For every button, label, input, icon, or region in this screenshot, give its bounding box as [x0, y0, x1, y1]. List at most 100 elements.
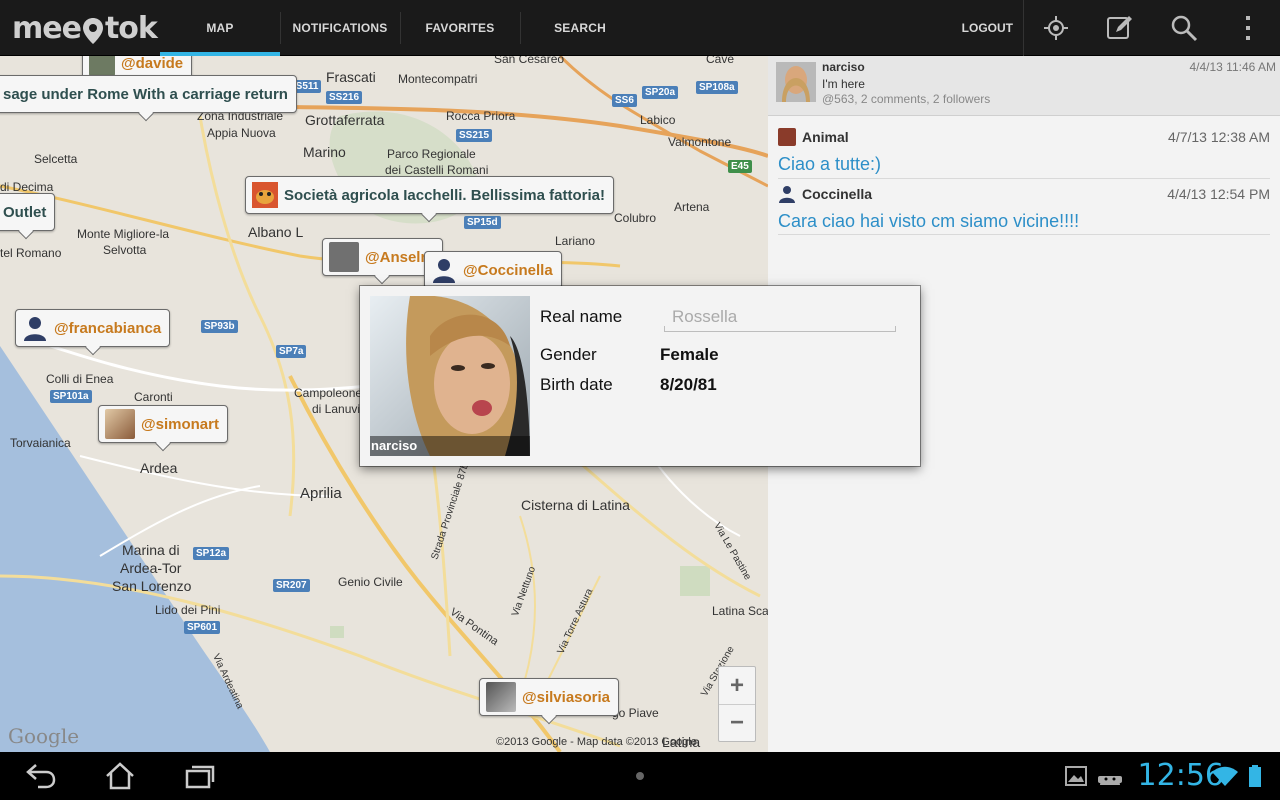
- meetook-logo[interactable]: me e tok: [12, 10, 158, 46]
- photo-caption: narciso: [370, 436, 530, 456]
- road-shield: SP101a: [50, 390, 92, 403]
- road-shield: SS6: [612, 94, 637, 107]
- marker-label: @simonart: [141, 415, 219, 433]
- place-label: Ardea: [140, 460, 178, 476]
- comment-text: Cara ciao hai visto cm siamo vicine!!!!: [778, 211, 1080, 231]
- map-copyright: ©2013 Google - Map data ©2013 Google: [496, 736, 697, 748]
- place-label: Selcetta: [34, 152, 78, 166]
- place-label: Lariano: [555, 234, 596, 248]
- road-shield: SR207: [273, 579, 310, 592]
- place-label: Rocca Priora: [446, 109, 516, 123]
- real-name-label: Real name: [540, 307, 623, 326]
- place-label: Marino: [303, 144, 346, 160]
- map-marker-message[interactable]: sage under Rome With a carriage return: [0, 75, 297, 113]
- tab-search[interactable]: SEARCH: [520, 0, 640, 56]
- map-marker-societa[interactable]: Società agricola Iacchelli. Bellissima f…: [245, 176, 614, 214]
- road-shield: SP93b: [201, 320, 238, 333]
- zoom-in-button[interactable]: +: [719, 667, 755, 704]
- logout-button[interactable]: LOGOUT: [946, 0, 1024, 56]
- overflow-menu-icon[interactable]: [1216, 0, 1280, 56]
- place-label: di Lanuvio: [312, 402, 367, 416]
- tab-map[interactable]: MAP: [160, 0, 280, 56]
- post-timestamp: 4/4/13 11:46 AM: [1189, 60, 1276, 74]
- road-shield: SP7a: [276, 345, 307, 358]
- marker-label: Outlet: [3, 203, 47, 221]
- main-tabs: MAP NOTIFICATIONS FAVORITES SEARCH: [160, 0, 640, 56]
- comment-item[interactable]: Coccinella 4/4/13 12:54 PM Cara ciao hai…: [778, 183, 1270, 232]
- place-label: Labico: [640, 113, 676, 127]
- comment-user: Coccinella: [802, 186, 873, 202]
- comment-timestamp: 4/7/13 12:38 AM: [1168, 129, 1270, 145]
- place-label: Marina di: [122, 542, 180, 558]
- place-label: Genio Civile: [338, 575, 403, 589]
- google-logo: Google: [8, 724, 80, 748]
- place-label: Latina Sca: [712, 604, 768, 618]
- place-label: dei Castelli Romani: [385, 163, 489, 177]
- road-shield: SP601: [184, 621, 221, 634]
- comment-item[interactable]: Animal 4/7/13 12:38 AM Ciao a tutte:): [778, 126, 1270, 175]
- place-label: Colubro: [614, 211, 657, 225]
- place-label: Lido dei Pini: [155, 603, 221, 617]
- user-silhouette-icon: [778, 185, 796, 203]
- logo-text-end: tok: [104, 10, 158, 46]
- place-label: Torvaianica: [10, 436, 71, 450]
- search-icon[interactable]: [1152, 0, 1216, 56]
- battery-icon: [1240, 760, 1270, 792]
- action-bar: me e tok MAP NOTIFICATIONS FAVORITES SEARC…: [0, 0, 1280, 56]
- logo-text-start: me: [12, 10, 63, 46]
- place-label: Caronti: [134, 390, 173, 404]
- road-shield: SP20a: [642, 86, 679, 99]
- profile-photo[interactable]: narciso: [370, 296, 530, 456]
- marker-label: Società agricola Iacchelli. Bellissima f…: [284, 186, 605, 204]
- tab-notifications[interactable]: NOTIFICATIONS: [280, 0, 400, 56]
- marker-label: sage under Rome With a carriage return: [3, 85, 288, 103]
- tab-favorites[interactable]: FAVORITES: [400, 0, 520, 56]
- gender-value: Female: [660, 345, 719, 364]
- place-label: Grottaferrata: [305, 112, 385, 128]
- place-label: San Cesareo: [494, 56, 565, 66]
- map-marker-coccinella[interactable]: @Coccinella: [424, 251, 562, 289]
- map-pin-icon: [82, 17, 104, 45]
- place-label: Frascati: [326, 69, 376, 85]
- user-silhouette-icon: [22, 315, 48, 341]
- post-header[interactable]: narciso I'm here @563, 2 comments, 2 fol…: [768, 56, 1280, 116]
- locate-icon[interactable]: [1024, 0, 1088, 56]
- avatar: [105, 409, 135, 439]
- compose-icon[interactable]: [1088, 0, 1152, 56]
- marker-label: @Coccinella: [463, 261, 553, 279]
- place-label: Campoleone: [294, 386, 363, 400]
- avatar: [329, 242, 359, 272]
- road-shield: SP108a: [696, 81, 738, 94]
- action-bar-actions: LOGOUT: [946, 0, 1280, 56]
- place-label: San Lorenzo: [112, 578, 192, 594]
- place-label: Selvotta: [103, 243, 147, 257]
- map-marker-silviasoria[interactable]: @silviasoria: [479, 678, 620, 716]
- place-label: Monte Migliore-la: [77, 227, 170, 241]
- place-label: di Decima: [0, 180, 54, 194]
- zoom-out-button[interactable]: −: [719, 704, 755, 741]
- comment-header: Coccinella 4/4/13 12:54 PM: [778, 183, 1270, 205]
- home-icon[interactable]: [100, 760, 140, 792]
- wifi-icon: [1210, 760, 1240, 792]
- logo-text-mid: e: [61, 10, 82, 46]
- android-debug-icon[interactable]: [1090, 760, 1130, 792]
- marker-label: @silviasoria: [522, 688, 611, 706]
- birth-date-label: Birth date: [540, 375, 613, 394]
- user-silhouette-icon: [431, 257, 457, 283]
- comment-text: Ciao a tutte:): [778, 154, 882, 174]
- comment-timestamp: 4/4/13 12:54 PM: [1167, 186, 1270, 202]
- place-label: Colli di Enea: [46, 372, 114, 386]
- post-avatar: [776, 62, 816, 102]
- birth-date-value: 8/20/81: [660, 375, 717, 394]
- post-meta: @563, 2 comments, 2 followers: [822, 92, 991, 106]
- map-marker-simonart[interactable]: @simonart: [98, 405, 228, 443]
- real-name-field[interactable]: Rossella: [664, 304, 896, 332]
- back-icon[interactable]: [20, 760, 60, 792]
- recent-apps-icon[interactable]: [180, 760, 220, 792]
- road-shield: SS216: [326, 91, 363, 104]
- map-marker-outlet[interactable]: Outlet: [0, 193, 56, 231]
- avatar: [486, 682, 516, 712]
- post-text: I'm here: [822, 77, 865, 91]
- marker-label: @davide: [121, 56, 184, 72]
- map-marker-francabianca[interactable]: @francabianca: [15, 309, 171, 347]
